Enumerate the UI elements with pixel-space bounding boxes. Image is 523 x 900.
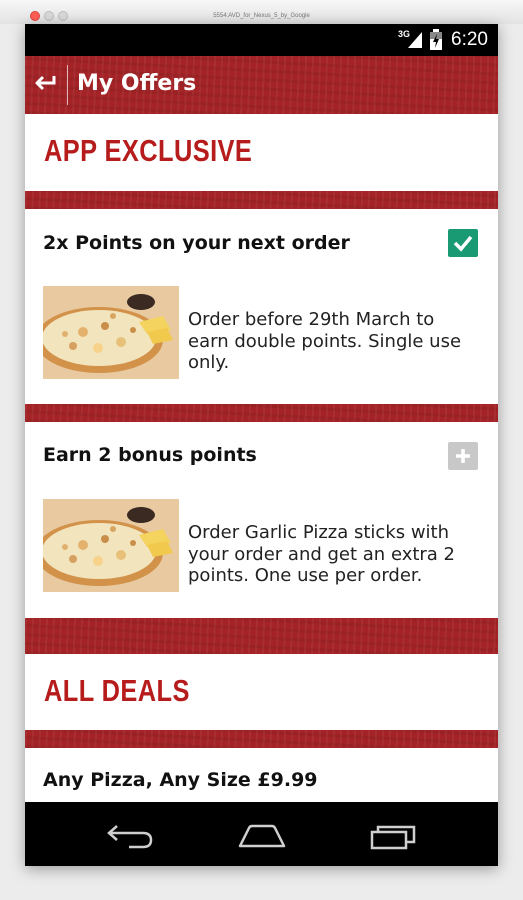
nav-recents-button[interactable] [339,802,449,866]
offer-add-button[interactable] [448,442,478,470]
offer-title: 2x Points on your next order [43,232,350,254]
deal-card[interactable]: Any Pizza, Any Size £9.99 [25,748,498,802]
app-bar-divider [67,65,68,105]
nav-back-button[interactable] [75,802,185,866]
phone-screen: 3G 6:20 My Offers APP EXCLUSIVE 2x Point… [25,24,498,866]
page-title: My Offers [77,71,197,96]
navigation-bar [25,802,498,866]
signal-icon [408,32,422,48]
offer-checkbox[interactable] [448,229,478,257]
section-separator [25,404,498,422]
window-titlebar: 5554:AVD_for_Nexus_5_by_Google [0,0,523,24]
back-icon [107,825,153,849]
plus-icon [456,449,470,463]
window-title: 5554:AVD_for_Nexus_5_by_Google [213,13,310,19]
check-icon [453,235,473,252]
offer-description: Order Garlic Pizza sticks with your orde… [188,522,456,586]
back-button[interactable] [25,56,67,114]
section-title: APP EXCLUSIVE [44,133,253,168]
section-separator [25,730,498,748]
offer-card[interactable]: Earn 2 bonus points Order Garlic Pizza s… [25,422,498,618]
section-separator [25,191,498,209]
offer-card[interactable]: 2x Points on your next order Order befor… [25,209,498,404]
battery-icon [430,29,442,50]
app-bar: My Offers [25,56,498,114]
recent-apps-icon [370,825,416,850]
back-arrow-icon [35,75,56,91]
offer-title: Earn 2 bonus points [43,444,257,466]
pizza-image [43,499,179,592]
section-header-app-exclusive: APP EXCLUSIVE [25,114,498,191]
section-separator [25,618,498,654]
offer-description: Order before 29th March to earn double p… [188,309,462,373]
nav-home-button[interactable] [207,802,317,866]
section-header-all-deals: ALL DEALS [25,654,498,730]
deal-title: Any Pizza, Any Size £9.99 [43,769,318,791]
offer-image [43,499,179,592]
status-bar: 3G 6:20 [25,24,498,56]
offer-image [43,286,179,379]
home-icon [238,824,286,848]
pizza-image [43,286,179,379]
clock: 6:20 [451,29,488,50]
section-title: ALL DEALS [44,673,190,708]
